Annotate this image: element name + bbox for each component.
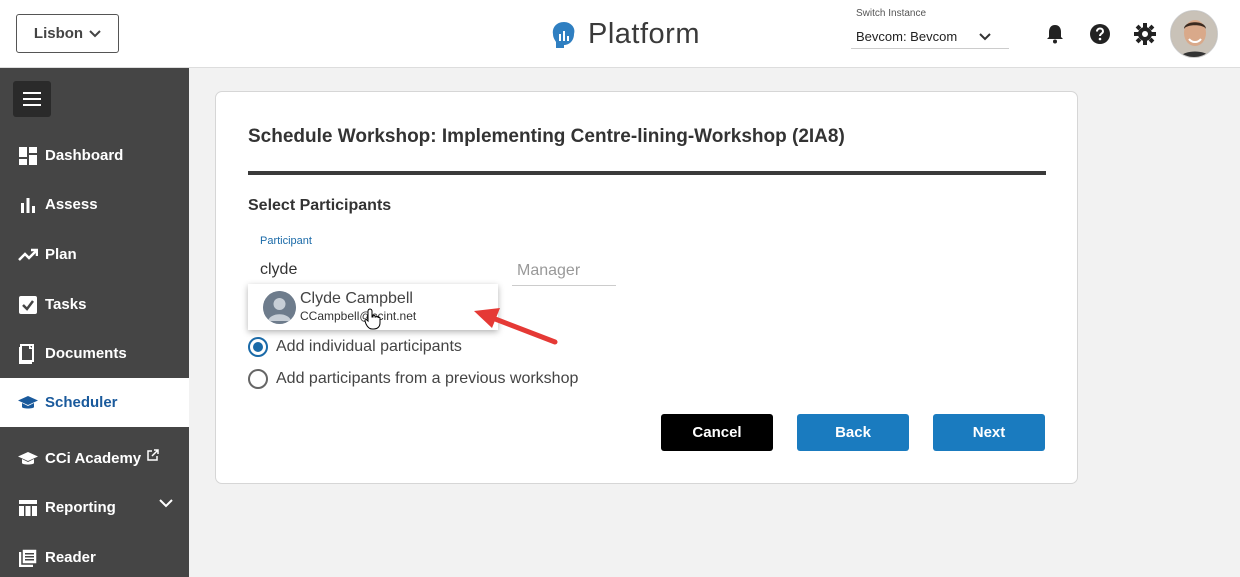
external-link-icon: [147, 448, 159, 461]
participant-input[interactable]: [255, 256, 498, 286]
dashboard-icon: [17, 145, 39, 167]
next-button[interactable]: Next: [933, 414, 1045, 451]
app-title: Platform: [588, 18, 700, 50]
gear-icon[interactable]: [1133, 22, 1157, 46]
sidebar-item-assess[interactable]: Assess: [0, 180, 189, 229]
page-title: Schedule Workshop: Implementing Centre-l…: [248, 126, 845, 147]
person-avatar-icon: [263, 290, 296, 324]
sidebar-item-label: Documents: [45, 345, 127, 362]
trend-up-icon: [17, 244, 39, 266]
sidebar-item-reader[interactable]: Reader: [0, 533, 189, 577]
sidebar-item-label: Dashboard: [45, 147, 124, 164]
suggestion-name: Clyde Campbell: [300, 290, 413, 307]
sidebar-item-label: Assess: [45, 196, 98, 213]
option-label: Add participants from a previous worksho…: [276, 370, 579, 387]
help-icon[interactable]: [1088, 22, 1112, 46]
sidebar-item-label: Reporting: [45, 499, 116, 516]
top-header: Lisbon Platform Switch Instance Bevcom: …: [0, 0, 1240, 68]
suggestion-email: CCampbell@ccint.net: [300, 309, 417, 323]
option-add-individual[interactable]: Add individual participants: [248, 337, 462, 357]
option-add-previous-workshop[interactable]: Add participants from a previous worksho…: [248, 369, 578, 389]
sidebar-item-reporting[interactable]: Reporting: [0, 483, 189, 532]
sidebar-item-label: Tasks: [45, 296, 87, 313]
user-avatar[interactable]: [1170, 10, 1218, 58]
sidebar-item-label: CCi Academy: [45, 450, 142, 467]
chevron-down-icon: [159, 499, 173, 508]
option-label: Add individual participants: [276, 338, 462, 355]
hamburger-line: [23, 98, 41, 100]
sidebar-item-tasks[interactable]: Tasks: [0, 280, 189, 329]
bar-chart-icon: [17, 194, 39, 216]
hamburger-line: [23, 92, 41, 94]
radio-button[interactable]: [248, 337, 268, 357]
sidebar-item-plan[interactable]: Plan: [0, 230, 189, 279]
sidebar: Dashboard Assess Plan Tasks Documents Sc…: [0, 68, 189, 577]
sidebar-item-label: Plan: [45, 246, 77, 263]
checkbox-icon: [17, 294, 39, 316]
reader-icon: [17, 547, 39, 569]
sidebar-item-dashboard[interactable]: Dashboard: [0, 131, 189, 180]
chevron-down-icon: [979, 32, 991, 40]
switch-instance-label: Switch Instance: [856, 8, 927, 19]
app-logo: Platform: [550, 18, 700, 51]
graduation-cap-icon: [17, 448, 39, 470]
sidebar-item-documents[interactable]: Documents: [0, 329, 189, 378]
title-divider: [248, 171, 1046, 175]
annotation-arrow-icon: [474, 308, 558, 345]
bell-icon[interactable]: [1043, 22, 1067, 46]
cancel-button[interactable]: Cancel: [661, 414, 773, 451]
location-label: Lisbon: [33, 25, 84, 42]
switch-instance[interactable]: Switch Instance Bevcom: Bevcom: [851, 8, 1009, 49]
sidebar-item-cci-academy[interactable]: CCi Academy: [0, 434, 189, 483]
brain-logo-icon: [552, 21, 575, 48]
sidebar-item-label: Reader: [45, 549, 96, 566]
sidebar-item-scheduler[interactable]: Scheduler: [0, 378, 189, 427]
chevron-down-icon: [89, 29, 101, 37]
table-icon: [17, 497, 39, 519]
menu-toggle-button[interactable]: [13, 81, 51, 117]
back-button[interactable]: Back: [797, 414, 909, 451]
location-dropdown[interactable]: Lisbon: [16, 14, 119, 53]
sidebar-item-label: Scheduler: [45, 394, 118, 411]
hamburger-line: [23, 104, 41, 106]
hand-pointer-icon: [364, 308, 381, 330]
switch-instance-select[interactable]: Bevcom: Bevcom: [851, 25, 1009, 49]
suggestion-text: Clyde Campbell CCampbell@ccint.net: [300, 290, 416, 324]
radio-button[interactable]: [248, 369, 268, 389]
section-title: Select Participants: [248, 197, 392, 214]
graduation-cap-icon: [17, 392, 39, 414]
participant-label: Participant: [260, 235, 312, 247]
documents-icon: [17, 343, 39, 365]
manager-input[interactable]: [512, 256, 616, 286]
switch-instance-value: Bevcom: Bevcom: [856, 29, 958, 44]
